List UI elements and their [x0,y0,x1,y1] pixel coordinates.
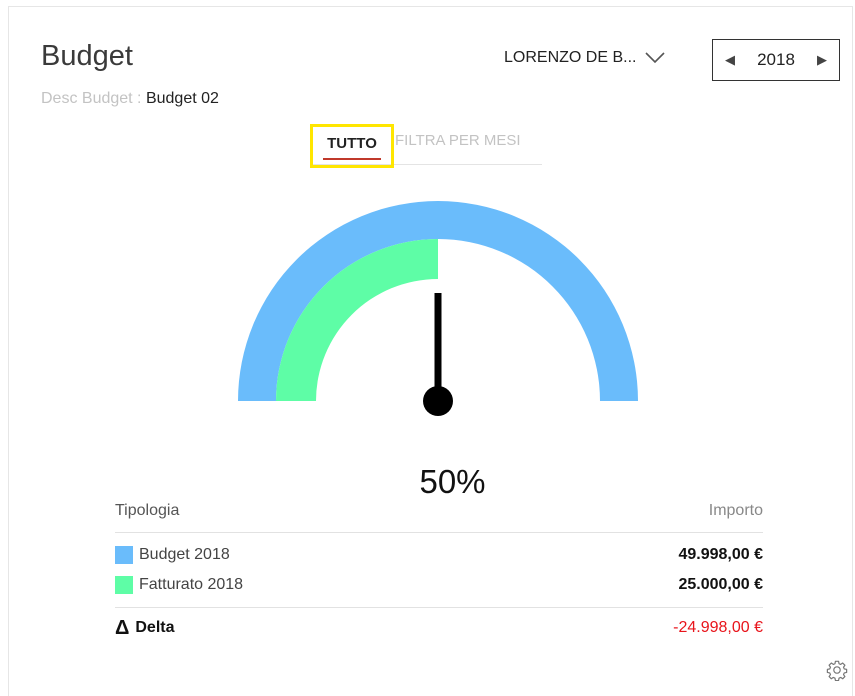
col-tipologia: Tipologia [115,502,180,519]
budget-description: Desc Budget : Budget 02 [41,90,219,108]
desc-value: Budget 02 [145,90,219,107]
row-label: Fatturato 2018 [139,576,244,593]
table-row: Budget 2018 49.998,00 € [115,540,763,570]
legend-swatch-budget [115,546,133,564]
tab-bar: TUTTO FILTRA PER MESI [310,124,542,168]
budget-table: Tipologia Importo Budget 2018 49.998,00 … [115,500,763,648]
tab-tutto-label: TUTTO [327,134,377,152]
row-amount: 49.998,00 € [678,546,763,563]
table-body: Budget 2018 49.998,00 € Fatturato 2018 2… [115,533,763,608]
delta-type: Δ Delta [115,617,175,640]
year-value: 2018 [757,50,795,69]
gauge-needle-hub [423,386,453,416]
delta-row: Δ Delta -24.998,00 € [115,608,763,648]
active-tab-indicator [323,158,381,160]
desc-label: Desc Budget : [41,90,142,107]
tab-tutto[interactable]: TUTTO [310,124,394,168]
col-importo: Importo [708,502,763,519]
row-amount: 25.000,00 € [678,576,763,593]
year-selector: ◀ 2018 ▶ [712,39,840,81]
gear-icon[interactable] [826,659,848,681]
page-title: Budget [41,40,133,72]
delta-amount: -24.998,00 € [673,619,763,636]
gauge-percent-label: 50% [419,463,486,500]
tab-filtra-per-mesi[interactable]: FILTRA PER MESI [395,132,521,149]
row-label: Budget 2018 [139,546,230,563]
user-dropdown[interactable]: LORENZO DE B... [504,49,666,67]
gauge-chart [238,201,638,416]
row-type: Fatturato 2018 [115,576,243,594]
chevron-down-icon [645,52,666,64]
row-type: Budget 2018 [115,546,230,564]
arrow-left-icon[interactable]: ◀ [725,52,735,68]
user-dropdown-label: LORENZO DE B... [504,49,637,66]
legend-swatch-fatturato [115,576,133,594]
table-header: Tipologia Importo [115,500,763,533]
delta-label: Delta [135,619,175,636]
table-row: Fatturato 2018 25.000,00 € [115,570,763,600]
arrow-right-icon[interactable]: ▶ [817,52,827,68]
delta-icon: Δ [115,616,130,639]
